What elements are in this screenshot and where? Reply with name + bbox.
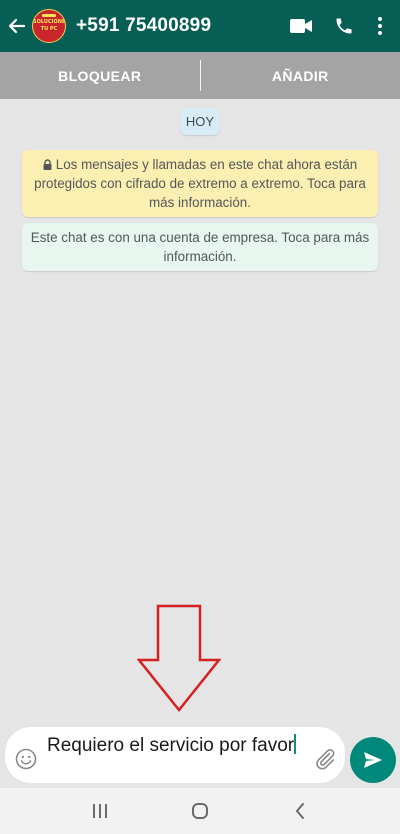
send-button[interactable]: [350, 737, 396, 783]
voice-call-icon[interactable]: [332, 14, 356, 38]
annotation-arrow-icon: [137, 604, 221, 713]
home-icon[interactable]: [188, 799, 212, 823]
send-icon: [364, 752, 382, 768]
contact-name[interactable]: +591 75400899: [76, 15, 211, 37]
avatar-logo-bar: [42, 14, 56, 17]
date-pill: HOY: [180, 108, 220, 135]
more-options-icon[interactable]: [374, 14, 386, 38]
emoji-icon[interactable]: [15, 748, 37, 770]
recent-apps-icon[interactable]: [88, 799, 112, 823]
message-composer: Requiero el servicio por favor: [5, 727, 345, 783]
attach-icon[interactable]: [313, 747, 337, 771]
avatar[interactable]: SOLUCIONES TU PC: [32, 9, 66, 43]
video-call-icon[interactable]: [288, 14, 314, 38]
business-notice[interactable]: Este chat es con una cuenta de empresa. …: [22, 223, 378, 271]
message-input[interactable]: Requiero el servicio por favor: [47, 734, 297, 757]
add-contact-button[interactable]: AÑADIR: [201, 68, 400, 84]
action-divider: [199, 60, 201, 91]
avatar-text-line2: TU PC: [40, 26, 58, 32]
message-input-text: Requiero el servicio por favor: [47, 735, 295, 756]
avatar-text-line1: SOLUCIONES: [33, 19, 66, 25]
block-button[interactable]: BLOQUEAR: [0, 68, 200, 84]
encryption-notice-text: Los mensajes y llamadas en este chat aho…: [34, 157, 366, 210]
system-nav-bar: [0, 788, 400, 834]
business-actions-bar: BLOQUEAR AÑADIR: [0, 52, 400, 99]
back-arrow-icon[interactable]: [6, 15, 28, 37]
chat-header: SOLUCIONES TU PC +591 75400899: [0, 0, 400, 52]
header-actions: [288, 14, 400, 38]
back-icon[interactable]: [288, 799, 312, 823]
lock-icon: [43, 156, 52, 170]
text-caret: [294, 734, 297, 754]
encryption-notice[interactable]: Los mensajes y llamadas en este chat aho…: [22, 150, 378, 217]
